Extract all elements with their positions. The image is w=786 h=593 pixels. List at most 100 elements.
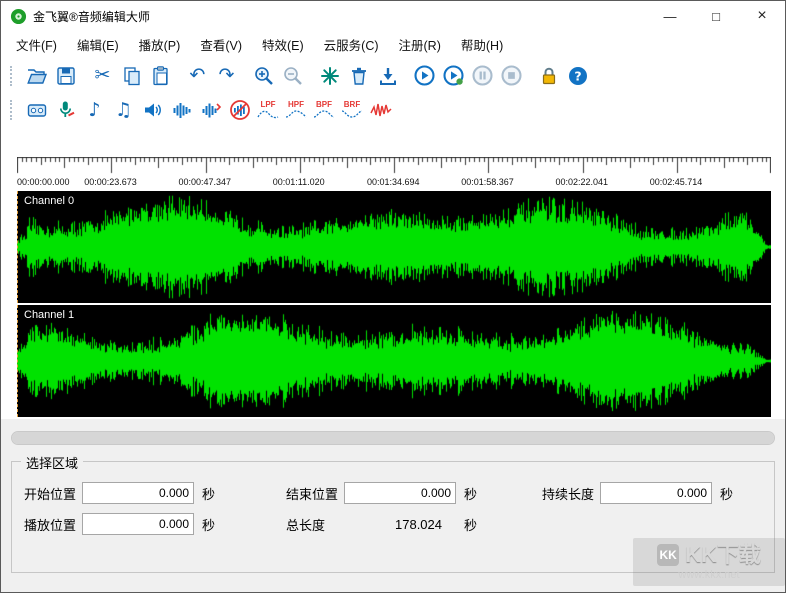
play-position-unit: 秒 (202, 515, 215, 534)
effects-button[interactable] (315, 62, 344, 90)
lpf-button[interactable]: LPF (254, 95, 282, 125)
bpf-button[interactable]: BPF (310, 95, 338, 125)
app-window: 金飞翼®音频编辑大师 — □ × 文件(F) 编辑(E) 播放(P) 查看(V)… (0, 0, 786, 593)
help-button[interactable]: ? (563, 62, 592, 90)
copy-button[interactable] (117, 62, 146, 90)
export-button[interactable] (373, 62, 402, 90)
waveform-icon (171, 99, 193, 121)
filter-wave-icon (313, 109, 335, 119)
waveform-channel-1[interactable] (17, 305, 771, 417)
maximize-button[interactable]: □ (693, 1, 739, 31)
title-bar: 金飞翼®音频编辑大师 — □ × (1, 1, 785, 31)
ruler-time-label: 00:00:00.000 (17, 177, 70, 187)
channel-0[interactable]: Channel 0 (17, 191, 769, 303)
pause-button[interactable] (468, 62, 497, 90)
channel-1[interactable]: Channel 1 (17, 305, 769, 417)
menu-item-view[interactable]: 查看(V) (190, 31, 252, 58)
scrollbar-thumb[interactable] (12, 432, 774, 444)
waveform-channel-0[interactable] (17, 191, 771, 303)
end-position-field: 结束位置 秒 (286, 482, 542, 504)
menu-item-register[interactable]: 注册(R) (389, 31, 451, 58)
close-button[interactable]: × (739, 1, 785, 31)
hpf-icon: HPF (288, 101, 304, 110)
save-icon (55, 65, 77, 87)
zoom-in-button[interactable] (249, 62, 278, 90)
delete-button[interactable] (344, 62, 373, 90)
total-length-value: 178.024 (344, 517, 456, 532)
app-icon (10, 8, 27, 25)
brf-button[interactable]: BRF (338, 95, 366, 125)
selection-start-marker[interactable] (17, 191, 18, 303)
menu-item-play[interactable]: 播放(P) (129, 31, 191, 58)
mic-convert-icon (55, 99, 77, 121)
speaker-icon (142, 99, 164, 121)
record-button[interactable] (22, 96, 51, 124)
waveform-view-button[interactable] (167, 96, 196, 124)
timeline-ruler[interactable]: 00:00:00.00000:00:23.67300:00:47.34700:0… (17, 157, 769, 191)
speaker-button[interactable] (138, 96, 167, 124)
stop-icon (500, 64, 523, 87)
mic-convert-button[interactable] (51, 96, 80, 124)
waveform-zoom-button[interactable] (196, 96, 225, 124)
menu-item-help[interactable]: 帮助(H) (451, 31, 513, 58)
minimize-button[interactable]: — (647, 1, 693, 31)
horizontal-scrollbar[interactable] (11, 431, 775, 445)
play-position-field: 播放位置 秒 (24, 513, 286, 535)
watermark-url: www.kkx.net (641, 569, 777, 581)
mute-button[interactable] (225, 96, 254, 124)
toolbar-gripper (10, 66, 14, 86)
total-length-unit: 秒 (464, 515, 477, 534)
redo-icon: ↷ (219, 66, 235, 85)
toolbar-row-1: ✂ ↶ ↷ (1, 58, 785, 93)
paste-button[interactable] (146, 62, 175, 90)
lock-button[interactable] (534, 62, 563, 90)
effects-icon (319, 65, 341, 87)
menu-item-edit[interactable]: 编辑(E) (67, 31, 129, 58)
trash-icon (348, 65, 370, 87)
waveform-workspace: 00:00:00.00000:00:23.67300:00:47.34700:0… (1, 157, 785, 419)
filter-wave-icon (341, 109, 363, 119)
stop-button[interactable] (497, 62, 526, 90)
save-button[interactable] (51, 62, 80, 90)
lpf-icon: LPF (260, 101, 275, 110)
svg-text:?: ? (574, 68, 581, 83)
open-folder-icon (26, 65, 48, 87)
menu-bar: 文件(F) 编辑(E) 播放(P) 查看(V) 特效(E) 云服务(C) 注册(… (1, 31, 785, 58)
zoom-out-icon (282, 65, 304, 87)
ruler-time-label: 00:01:58.367 (461, 177, 514, 187)
spectrum-button[interactable] (366, 96, 395, 124)
music-note-button[interactable]: ♪ (80, 96, 109, 124)
ruler-time-label: 00:00:23.673 (84, 177, 137, 187)
selection-start-marker[interactable] (17, 305, 18, 417)
play-file-button[interactable] (439, 62, 468, 90)
music-notes-button[interactable]: ♫ (109, 96, 138, 124)
waveform-zoom-icon (200, 99, 222, 121)
redo-button[interactable]: ↷ (212, 62, 241, 90)
export-icon (377, 65, 399, 87)
filter-wave-icon (257, 109, 279, 119)
brf-icon: BRF (344, 101, 360, 110)
music-notes-icon: ♫ (115, 101, 132, 120)
help-icon: ? (567, 65, 589, 87)
site-watermark: KK KK下载 www.kkx.net (633, 538, 785, 586)
ruler-time-label: 00:01:11.020 (273, 177, 325, 187)
play-position-input[interactable] (82, 513, 194, 535)
filter-wave-icon (285, 109, 307, 119)
spectrum-icon (370, 99, 392, 121)
menu-item-effects[interactable]: 特效(E) (252, 31, 314, 58)
open-file-button[interactable] (22, 62, 51, 90)
hpf-button[interactable]: HPF (282, 95, 310, 125)
start-position-input[interactable] (82, 482, 194, 504)
start-position-unit: 秒 (202, 484, 215, 503)
play-button[interactable] (410, 62, 439, 90)
duration-input[interactable] (600, 482, 712, 504)
ruler-time-label: 00:01:34.694 (367, 177, 420, 187)
menu-item-file[interactable]: 文件(F) (6, 31, 67, 58)
cut-button[interactable]: ✂ (88, 62, 117, 90)
music-note-icon: ♪ (88, 101, 100, 120)
end-position-input[interactable] (344, 482, 456, 504)
copy-icon (121, 65, 143, 87)
menu-item-cloud[interactable]: 云服务(C) (314, 31, 389, 58)
zoom-out-button[interactable] (278, 62, 307, 90)
undo-button[interactable]: ↶ (183, 62, 212, 90)
